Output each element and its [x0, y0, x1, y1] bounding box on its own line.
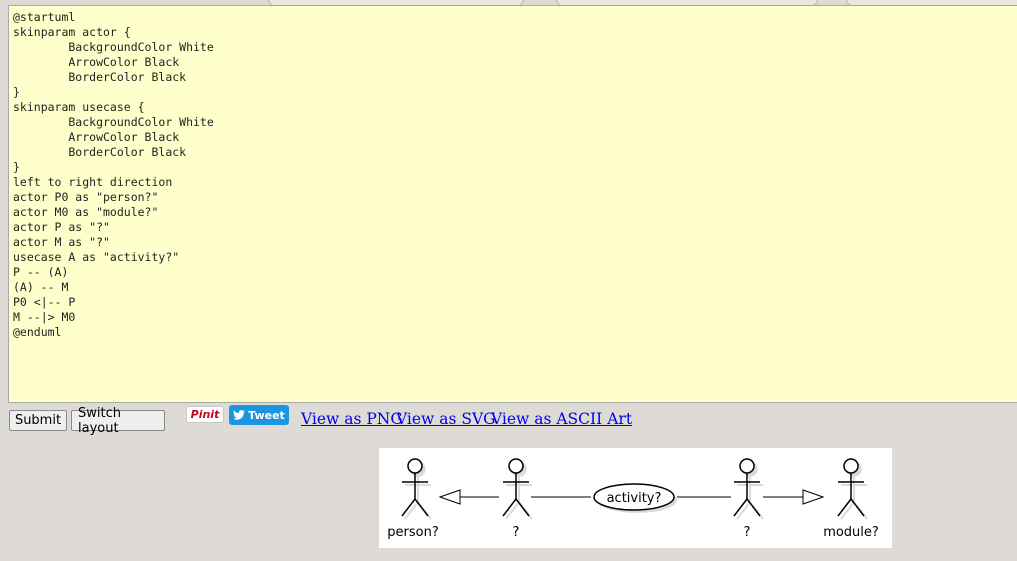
- actor-label-m: ?: [744, 525, 751, 540]
- tweet-label: Tweet: [248, 408, 285, 422]
- generalization-arrowhead-module: [802, 489, 825, 505]
- generalization-arrowhead-person: [438, 489, 461, 505]
- actor-label-p: ?: [513, 525, 520, 540]
- view-as-svg-link[interactable]: View as SVG: [396, 410, 496, 428]
- actor-m: [733, 458, 764, 520]
- actor-module: [837, 458, 868, 520]
- tweet-button[interactable]: Tweet: [229, 405, 289, 425]
- actor-person: [401, 458, 432, 520]
- actor-label-person: person?: [387, 525, 438, 540]
- view-as-png-link[interactable]: View as PNG: [301, 410, 403, 428]
- usecase-label: activity?: [607, 491, 662, 506]
- view-as-ascii-link[interactable]: View as ASCII Art: [491, 410, 632, 428]
- actor-label-module: module?: [823, 525, 879, 540]
- twitter-bird-icon: [233, 410, 246, 420]
- actor-p: [502, 458, 533, 520]
- usecase-diagram: activity? person? ? ? module?: [387, 458, 879, 540]
- switch-layout-button[interactable]: Switch layout: [71, 406, 165, 436]
- pinit-button[interactable]: Pinit: [186, 406, 224, 423]
- submit-button[interactable]: Submit: [9, 410, 67, 431]
- uml-diagram-image: activity? person? ? ? module?: [379, 448, 892, 548]
- plantuml-source-editor[interactable]: @startuml skinparam actor { BackgroundCo…: [8, 5, 1017, 403]
